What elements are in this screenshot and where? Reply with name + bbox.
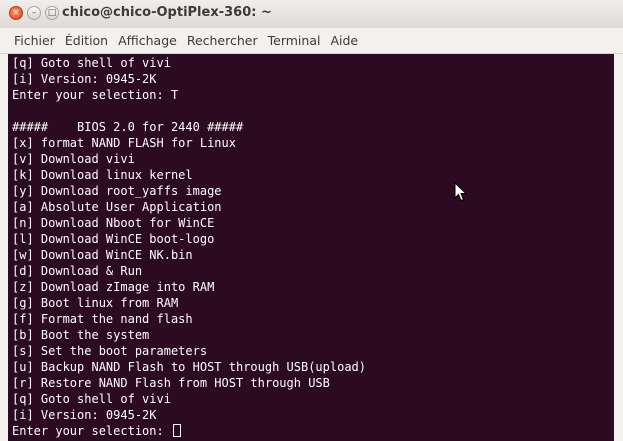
window-title: chico@chico-OptiPlex-360: ~ xyxy=(62,5,272,20)
terminal-line: [s] Set the boot parameters xyxy=(12,344,208,358)
terminal-line: ##### BIOS 2.0 for 2440 ##### xyxy=(12,120,244,134)
terminal-line: [i] Version: 0945-2K xyxy=(12,72,157,86)
terminal-line: [a] Absolute User Application xyxy=(12,200,222,214)
terminal-line: [i] Version: 0945-2K xyxy=(12,408,157,422)
minimize-button[interactable]: – xyxy=(27,6,41,20)
terminal-line: [l] Download WinCE boot-logo xyxy=(12,232,215,246)
menu-terminal[interactable]: Terminal xyxy=(268,33,321,48)
terminal-line: [k] Download linux kernel xyxy=(12,168,193,182)
menu-aide[interactable]: Aide xyxy=(330,33,358,48)
terminal-line: [f] Format the nand flash xyxy=(12,312,193,326)
prompt-text: Enter your selection: xyxy=(12,424,171,438)
minimize-icon: – xyxy=(31,7,37,18)
terminal-line: [g] Boot linux from RAM xyxy=(12,296,179,310)
terminal-line: [b] Boot the system xyxy=(12,328,150,342)
terminal-output[interactable]: [q] Goto shell of vivi [i] Version: 0945… xyxy=(8,54,614,441)
terminal-prompt-line[interactable]: Enter your selection: xyxy=(12,423,181,439)
terminal-line: [n] Download Nboot for WinCE xyxy=(12,216,215,230)
title-bar[interactable]: × – □ chico@chico-OptiPlex-360: ~ xyxy=(0,0,623,29)
maximize-icon: □ xyxy=(47,7,57,18)
menu-edition[interactable]: Édition xyxy=(65,33,108,48)
terminal-line: [u] Backup NAND Flash to HOST through US… xyxy=(12,360,367,374)
text-cursor xyxy=(172,424,181,437)
terminal-line: [x] format NAND FLASH for Linux xyxy=(12,136,236,150)
terminal-line: Enter your selection: T xyxy=(12,88,179,102)
menu-bar: Fichier Édition Affichage Rechercher Ter… xyxy=(0,28,623,54)
terminal-line: [d] Download & Run xyxy=(12,264,143,278)
terminal-line: [y] Download root_yaffs image xyxy=(12,184,222,198)
terminal-line: [w] Download WinCE NK.bin xyxy=(12,248,193,262)
menu-fichier[interactable]: Fichier xyxy=(14,33,55,48)
mouse-pointer-icon xyxy=(454,182,468,202)
close-button[interactable]: × xyxy=(9,6,23,20)
terminal-line: [q] Goto shell of vivi xyxy=(12,392,171,406)
terminal-line: [q] Goto shell of vivi xyxy=(12,56,171,70)
menu-affichage[interactable]: Affichage xyxy=(118,33,177,48)
close-icon: × xyxy=(12,7,20,18)
terminal-line: [z] Download zImage into RAM xyxy=(12,280,215,294)
terminal-line: [v] Download vivi xyxy=(12,152,135,166)
menu-rechercher[interactable]: Rechercher xyxy=(187,33,258,48)
terminal-line: [r] Restore NAND Flash from HOST through… xyxy=(12,376,330,390)
maximize-button[interactable]: □ xyxy=(45,6,59,20)
terminal-window: × – □ chico@chico-OptiPlex-360: ~ Fichie… xyxy=(0,0,623,441)
